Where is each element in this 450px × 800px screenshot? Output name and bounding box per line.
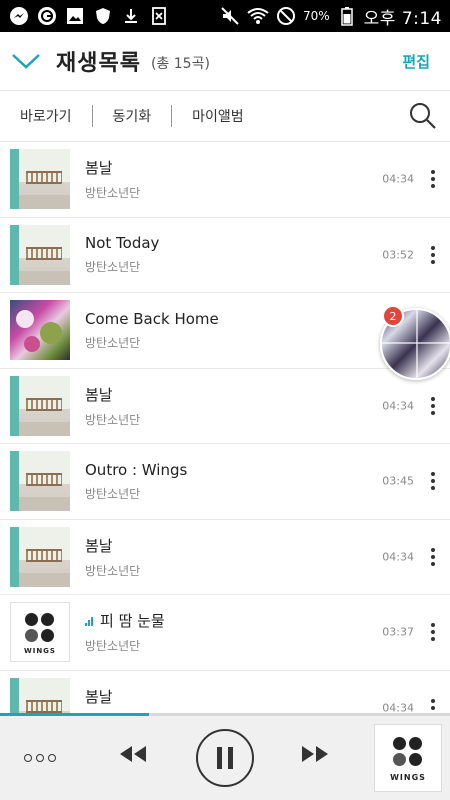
search-button[interactable] (408, 101, 438, 131)
previous-button[interactable] (118, 744, 148, 764)
edit-button[interactable]: 편집 (402, 51, 430, 72)
next-button[interactable] (300, 744, 330, 764)
song-row[interactable]: 봄날방탄소년단 04:34 (0, 142, 450, 218)
song-duration: 03:45 (382, 474, 414, 488)
battery-icon (336, 5, 358, 27)
playlist-header: 재생목록 (총 15곡) 편집 (0, 32, 450, 90)
album-art (10, 526, 70, 587)
wings-logo-icon (393, 737, 423, 767)
song-title: Outro : Wings (85, 460, 188, 479)
song-row[interactable]: WINGS 피 땀 눈물방탄소년단 03:37 (0, 595, 450, 671)
song-artist: 방탄소년단 (85, 260, 141, 275)
song-artist: 방탄소년단 (85, 563, 141, 578)
album-wordmark: WINGS (390, 773, 426, 782)
song-artist: 방탄소년단 (85, 186, 141, 201)
shortcut-bar: 바로가기 동기화 마이앨범 (0, 90, 450, 142)
page-title: 재생목록 (56, 51, 141, 76)
wifi-icon (247, 5, 269, 27)
album-art (10, 451, 70, 512)
dot-icon (24, 754, 32, 762)
song-list: 봄날 방탄소년단 04:34 Not Today 방탄소년단 03:52 Come Back… (0, 142, 450, 716)
collapse-button[interactable] (0, 32, 52, 90)
song-title: 봄날 (85, 536, 113, 555)
dot-icon (48, 754, 56, 762)
gallery-icon (64, 5, 86, 27)
song-duration: 04:34 (382, 172, 414, 186)
song-artist: 방탄소년단 (85, 486, 141, 501)
file-icon (148, 5, 170, 27)
song-artist: 방탄소년단 (85, 639, 141, 654)
song-row[interactable]: 봄날방탄소년단04:34 (0, 671, 450, 716)
notification-badge: 2 (382, 305, 404, 327)
shield-icon (92, 5, 114, 27)
song-row[interactable]: Not Today 방탄소년단 03:52 (0, 218, 450, 293)
search-icon (410, 103, 436, 129)
status-bar: 70% 오후 7:14 (0, 0, 450, 32)
player-more-button[interactable] (24, 754, 56, 762)
nav-shortcut[interactable]: 바로가기 (0, 106, 92, 126)
song-more-options-icon[interactable] (430, 472, 436, 491)
song-duration: 03:52 (382, 248, 414, 262)
song-title: 봄날 (85, 159, 113, 178)
pause-icon (196, 729, 254, 787)
no-sign-icon (275, 5, 297, 27)
song-title: 봄날 (85, 385, 113, 404)
song-duration: 04:34 (382, 399, 414, 413)
download-icon (120, 5, 142, 27)
album-art (10, 149, 70, 210)
battery-percent: 70% (302, 9, 330, 23)
fast-forward-icon (302, 746, 328, 762)
song-row[interactable]: Outro : Wings 방탄소년단 03:45 (0, 444, 450, 520)
song-row[interactable]: 봄날방탄소년단 04:34 (0, 369, 450, 444)
album-art (10, 677, 70, 716)
album-art (10, 300, 70, 361)
song-artist: 방탄소년단 (85, 412, 141, 427)
now-playing-album-art[interactable]: WINGS (374, 724, 442, 792)
song-duration: 03:37 (382, 625, 414, 639)
rewind-icon (120, 746, 146, 762)
chevron-down-icon (12, 54, 40, 69)
song-title: Not Today (85, 234, 160, 253)
song-title: 봄날 (85, 687, 113, 706)
mute-icon (219, 5, 241, 27)
song-more-options-icon[interactable] (430, 245, 436, 264)
nav-my-album[interactable]: 마이앨범 (172, 106, 264, 126)
nav-sync[interactable]: 동기화 (93, 106, 172, 126)
album-art: WINGS (10, 602, 70, 663)
pause-button[interactable] (196, 729, 254, 787)
clock: 오후 7:14 (363, 8, 442, 29)
song-title: Come Back Home (85, 309, 219, 328)
album-art (10, 224, 70, 285)
player-bar: WINGS (0, 716, 450, 800)
song-count: (총 15곡) (150, 56, 210, 72)
song-artist: 방탄소년단 (85, 335, 141, 350)
song-duration: 04:34 (382, 550, 414, 564)
song-title: 피 땀 눈물 (85, 610, 165, 631)
song-more-options-icon[interactable] (430, 170, 436, 189)
song-more-options-icon[interactable] (430, 623, 436, 642)
song-row[interactable]: 봄날방탄소년단 04:34 (0, 520, 450, 595)
messenger-icon (8, 5, 30, 27)
g-app-icon (36, 5, 58, 27)
dot-icon (36, 754, 44, 762)
song-more-options-icon[interactable] (430, 396, 436, 415)
song-more-options-icon[interactable] (430, 547, 436, 566)
album-art (10, 375, 70, 436)
now-playing-icon (85, 616, 93, 626)
